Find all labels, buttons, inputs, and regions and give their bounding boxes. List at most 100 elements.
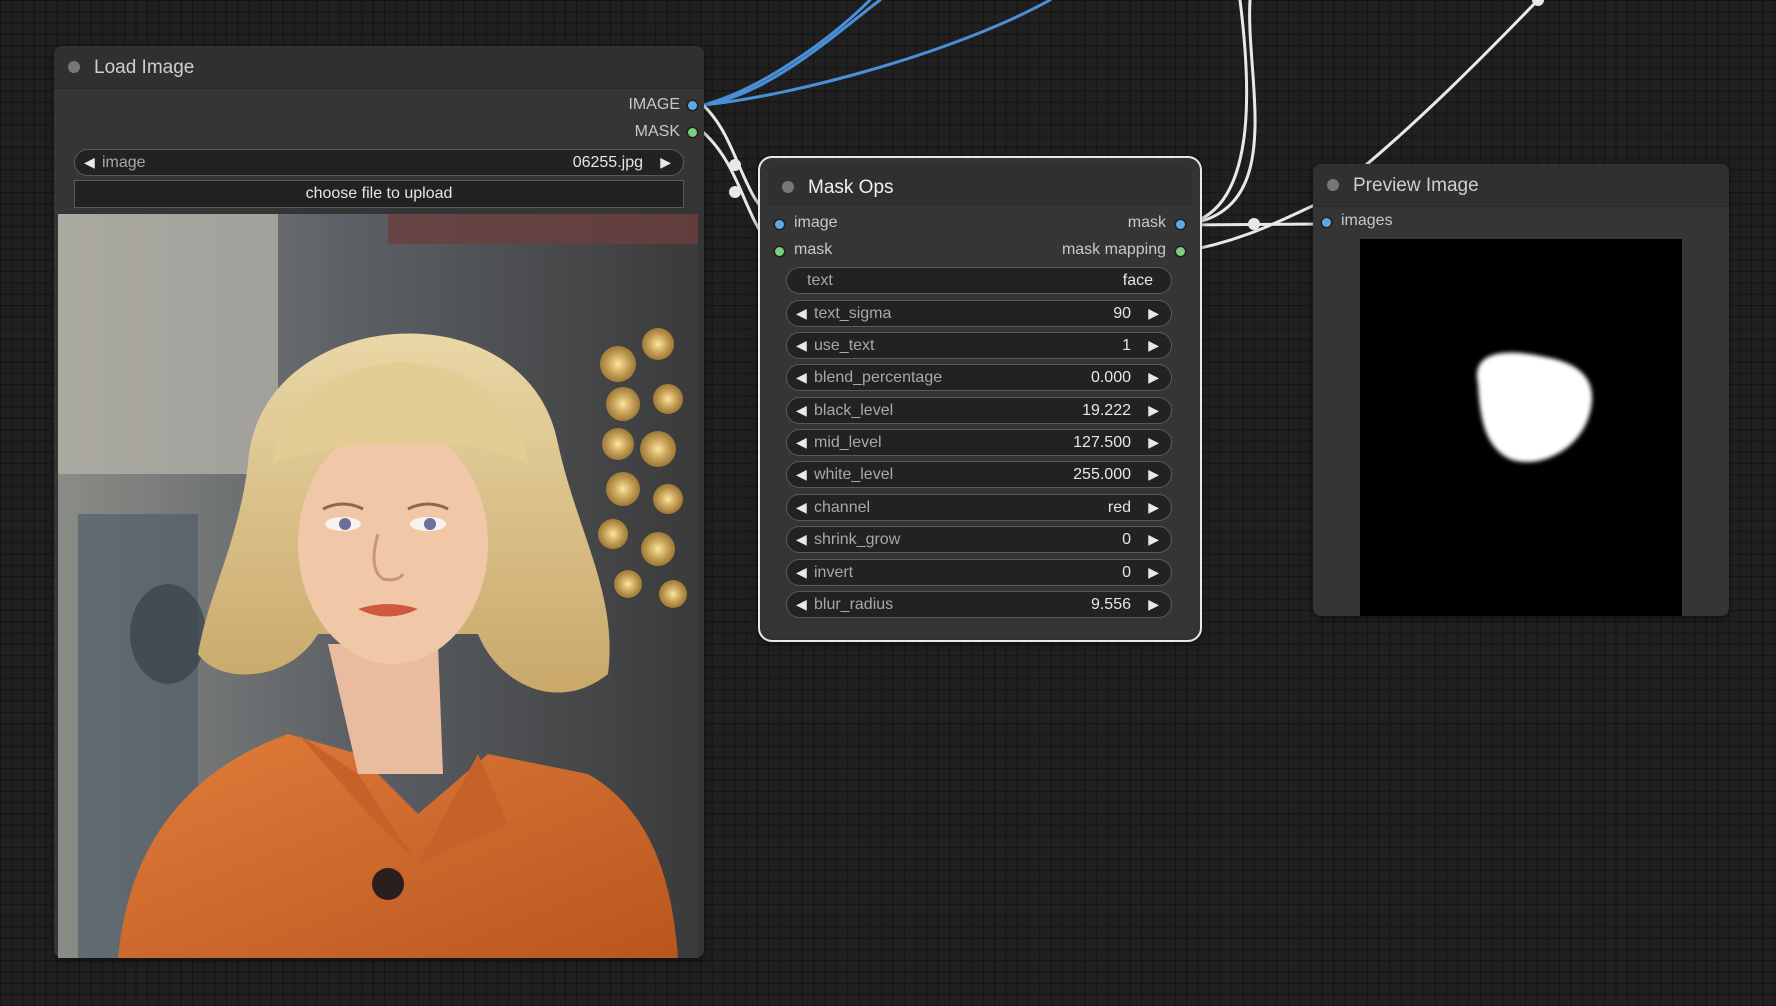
mask-to-preview-link[interactable] <box>1179 222 1328 227</box>
input-label-mask: mask <box>794 241 833 258</box>
image-link[interactable] <box>701 0 1052 107</box>
arrow-left-icon[interactable]: ◀ <box>796 434 807 451</box>
arrow-left-icon[interactable]: ◀ <box>796 305 807 322</box>
input-slot-images[interactable]: images <box>1341 212 1393 234</box>
mask-output-dot-icon[interactable] <box>1176 220 1185 229</box>
widget-value: 06255.jpg <box>572 154 643 171</box>
widget-label: mid_level <box>814 434 882 451</box>
widget-label: invert <box>814 564 854 581</box>
arrow-right-icon[interactable]: ▶ <box>1148 499 1159 516</box>
arrow-left-icon[interactable]: ◀ <box>796 564 807 581</box>
widget-label: black_level <box>814 402 894 419</box>
reroute-point[interactable] <box>1532 0 1544 6</box>
arrow-right-icon[interactable]: ▶ <box>1148 466 1159 483</box>
arrow-right-icon[interactable]: ▶ <box>1148 434 1159 451</box>
widget-label: shrink_grow <box>814 531 901 548</box>
number-widget-text-sigma[interactable]: ◀ text_sigma 90 ▶ <box>786 300 1172 327</box>
output-label-mask: MASK <box>634 123 680 140</box>
arrow-right-icon[interactable]: ▶ <box>1148 402 1159 419</box>
node-title: Mask Ops <box>808 177 894 198</box>
arrow-right-icon[interactable]: ▶ <box>1148 337 1159 354</box>
images-input-dot-icon[interactable] <box>1322 218 1331 227</box>
widget-label: white_level <box>814 466 894 483</box>
widget-label: use_text <box>814 337 875 354</box>
mask-input-dot-icon[interactable] <box>775 247 784 256</box>
arrow-left-icon[interactable]: ◀ <box>796 466 807 483</box>
input-label-images: images <box>1341 212 1393 229</box>
number-widget-blur-radius[interactable]: ◀ blur_radius 9.556 ▶ <box>786 591 1172 618</box>
output-label-mask: mask <box>1127 214 1166 231</box>
widget-value: 0.000 <box>1090 369 1131 386</box>
arrow-left-icon[interactable]: ◀ <box>796 596 807 613</box>
arrow-right-icon[interactable]: ▶ <box>1148 531 1159 548</box>
mask-mapping-link[interactable] <box>1179 198 1328 254</box>
arrow-left-icon[interactable]: ◀ <box>796 499 807 516</box>
widget-label: image <box>102 154 146 171</box>
arrow-right-icon[interactable]: ▶ <box>1148 305 1159 322</box>
reroute-point[interactable] <box>729 159 741 171</box>
widget-value: 127.500 <box>1073 434 1131 451</box>
widget-value: red <box>1107 499 1131 516</box>
arrow-right-icon[interactable]: ▶ <box>1148 369 1159 386</box>
image-combo-widget[interactable]: ◀ image 06255.jpg ▶ <box>74 149 684 176</box>
number-widget-blend-percentage[interactable]: ◀ blend_percentage 0.000 ▶ <box>786 364 1172 391</box>
number-widget-shrink-grow[interactable]: ◀ shrink_grow 0 ▶ <box>786 526 1172 553</box>
arrow-right-icon[interactable]: ▶ <box>660 154 671 171</box>
widget-value: 9.556 <box>1090 596 1131 613</box>
widget-label: blur_radius <box>814 596 894 613</box>
widget-value: 0 <box>1122 564 1131 581</box>
output-slot-mask[interactable]: mask <box>1128 214 1166 236</box>
text-widget[interactable]: text face <box>786 267 1172 294</box>
widget-label: channel <box>814 499 871 516</box>
arrow-right-icon[interactable]: ▶ <box>1148 596 1159 613</box>
number-widget-mid-level[interactable]: ◀ mid_level 127.500 ▶ <box>786 429 1172 456</box>
input-slot-image[interactable]: image <box>794 214 838 236</box>
widget-value: 0 <box>1122 531 1131 548</box>
node-title-bar[interactable]: Load Image <box>54 46 704 89</box>
widget-label: text_sigma <box>814 305 892 322</box>
number-widget-black-level[interactable]: ◀ black_level 19.222 ▶ <box>786 397 1172 424</box>
output-slot-mask[interactable]: MASK <box>635 123 680 145</box>
loaded-image-preview <box>58 214 698 958</box>
upload-button[interactable]: choose file to upload <box>74 180 684 208</box>
arrow-left-icon[interactable]: ◀ <box>796 402 807 419</box>
combo-widget-channel[interactable]: ◀ channel red ▶ <box>786 494 1172 521</box>
output-label-image: IMAGE <box>628 96 680 113</box>
reroute-point[interactable] <box>729 186 741 198</box>
widget-value: 19.222 <box>1082 402 1131 419</box>
number-widget-white-level[interactable]: ◀ white_level 255.000 ▶ <box>786 461 1172 488</box>
arrow-left-icon[interactable]: ◀ <box>84 154 95 171</box>
number-widget-invert[interactable]: ◀ invert 0 ▶ <box>786 559 1172 586</box>
input-slot-mask[interactable]: mask <box>794 241 832 263</box>
widget-value: 90 <box>1113 305 1131 322</box>
node-title-bar[interactable]: Mask Ops <box>768 166 1192 209</box>
mask-mapping-output-dot-icon[interactable] <box>1176 247 1185 256</box>
widget-label: blend_percentage <box>814 369 943 386</box>
image-link[interactable] <box>701 0 882 107</box>
collapse-dot-icon[interactable] <box>1327 179 1339 191</box>
input-label-image: image <box>794 214 838 231</box>
number-widget-use-text[interactable]: ◀ use_text 1 ▶ <box>786 332 1172 359</box>
arrow-left-icon[interactable]: ◀ <box>796 531 807 548</box>
collapse-dot-icon[interactable] <box>68 61 80 73</box>
node-title: Load Image <box>94 57 195 78</box>
image-output-dot-icon[interactable] <box>688 101 697 110</box>
node-title-bar[interactable]: Preview Image <box>1313 164 1729 207</box>
arrow-left-icon[interactable]: ◀ <box>796 337 807 354</box>
arrow-left-icon[interactable]: ◀ <box>796 369 807 386</box>
arrow-right-icon[interactable]: ▶ <box>1148 564 1159 581</box>
mask-preview-image <box>1360 239 1682 616</box>
mask-preview-icon <box>1360 239 1682 616</box>
output-link[interactable] <box>1358 0 1540 172</box>
output-label-mask-mapping: mask mapping <box>1061 241 1166 258</box>
image-link[interactable] <box>701 0 872 107</box>
output-slot-image[interactable]: IMAGE <box>628 96 680 118</box>
output-slot-mask-mapping[interactable]: mask mapping <box>1062 241 1166 263</box>
widget-label: text <box>807 272 833 289</box>
mask-output-dot-icon[interactable] <box>688 128 697 137</box>
widget-value: face <box>1122 272 1153 289</box>
reroute-point[interactable] <box>1248 218 1260 230</box>
node-title: Preview Image <box>1353 175 1479 196</box>
collapse-dot-icon[interactable] <box>782 181 794 193</box>
image-input-dot-icon[interactable] <box>775 220 784 229</box>
